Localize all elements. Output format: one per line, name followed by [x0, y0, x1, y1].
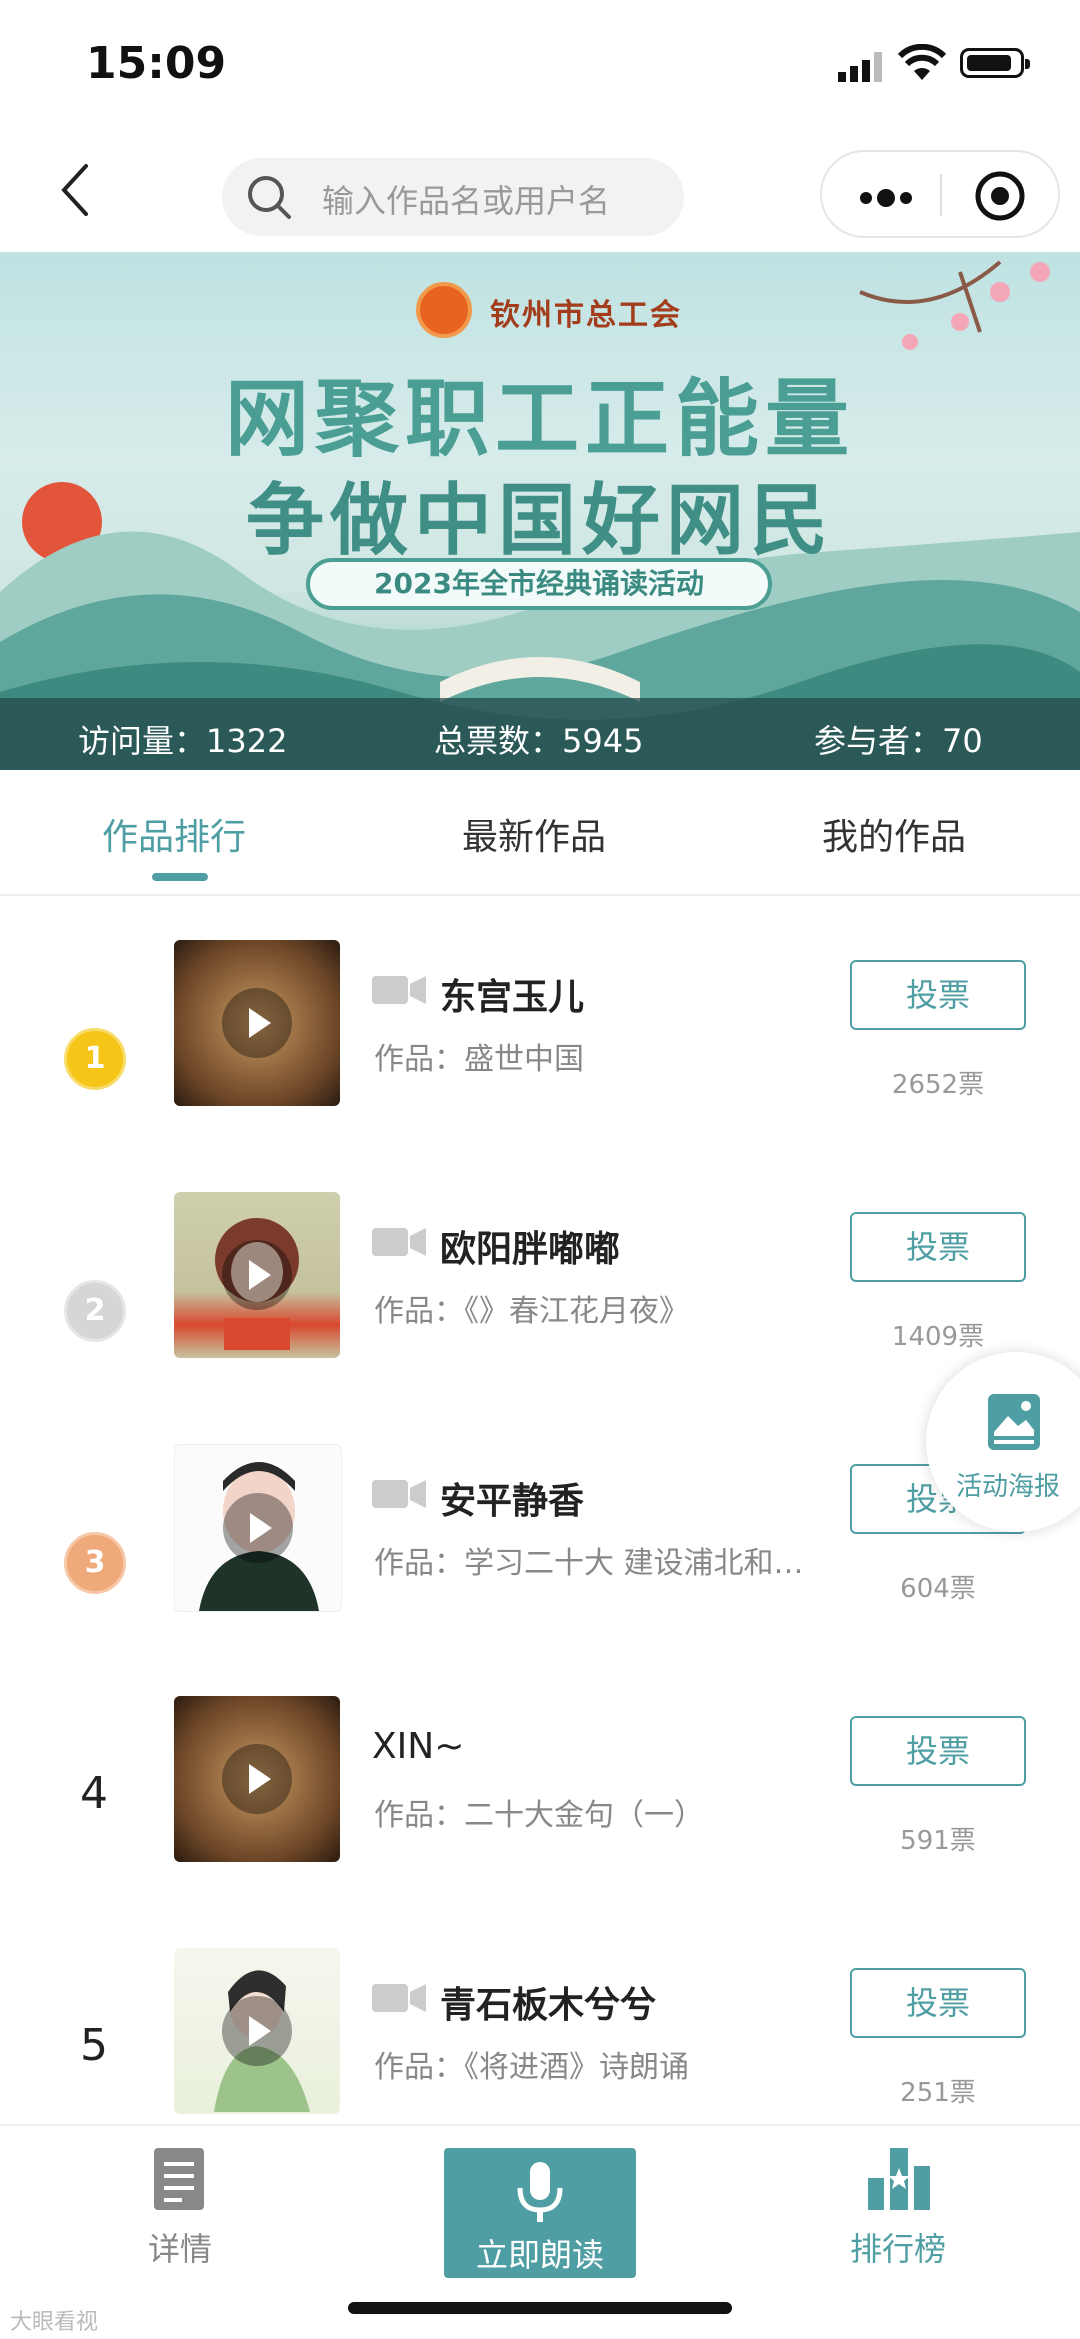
gold-medal-icon: 1: [64, 1028, 126, 1090]
wifi-icon: [898, 44, 946, 80]
list-item[interactable]: 4 XIN~ 作品：二十大金句（一） 投票 591票: [0, 1652, 1080, 1904]
event-banner: 钦州市总工会 网聚职工正能量 争做中国好网民 2023年全市经典诵读活动 访问量…: [0, 252, 1080, 770]
list-item[interactable]: 5 青石板木兮兮 作品：《将进酒》诗朗诵 投票 251票: [0, 1904, 1080, 2156]
tab-latest[interactable]: 最新作品: [462, 808, 606, 860]
video-icon: [372, 1984, 426, 2012]
list-item[interactable]: 1 东宫玉儿 作品：盛世中国 投票 2652票: [0, 896, 1080, 1148]
participants-stat: 参与者：70: [814, 722, 983, 760]
document-icon: [154, 2148, 204, 2210]
poster-image-icon: [988, 1394, 1040, 1450]
back-arrow-icon[interactable]: [56, 160, 116, 220]
list-item[interactable]: 2 欧阳胖嘟嘟 作品：《》春江花月夜》 投票 1409票: [0, 1148, 1080, 1400]
visits-stat: 访问量：1322: [78, 722, 288, 760]
poster-label: 活动海报: [956, 1472, 1061, 1502]
vote-button[interactable]: 投票: [850, 1212, 1026, 1282]
more-icon[interactable]: [858, 188, 914, 208]
play-icon[interactable]: [222, 988, 292, 1058]
watermark: 大眼看视: [10, 2310, 99, 2335]
vote-count: 251票: [900, 2078, 976, 2108]
rank-number: 4: [80, 1768, 108, 1819]
vote-count: 2652票: [891, 1070, 985, 1100]
work-thumbnail[interactable]: [174, 1696, 340, 1862]
work-title: 作品：《将进酒》诗朗诵: [374, 2050, 689, 2085]
mini-program-capsule: [820, 150, 1060, 238]
slogan-line-1: 网聚职工正能量: [224, 369, 855, 468]
close-target-icon[interactable]: [972, 168, 1028, 224]
author-name: 青石板木兮兮: [440, 1985, 657, 2026]
work-thumbnail[interactable]: [174, 1948, 340, 2114]
silver-medal-icon: 2: [64, 1280, 126, 1342]
microphone-icon: [517, 2162, 563, 2222]
rank-number: 5: [80, 2020, 108, 2071]
record-now-button[interactable]: 立即朗读: [444, 2148, 636, 2278]
video-icon: [372, 976, 426, 1004]
nav-details[interactable]: 详情: [120, 2148, 240, 2288]
work-thumbnail[interactable]: [174, 1444, 342, 1612]
work-title: 作品：学习二十大 建设浦北和…: [374, 1546, 804, 1581]
nav-details-label: 详情: [148, 2230, 213, 2268]
org-name: 钦州市总工会: [490, 298, 682, 333]
status-time: 15:09: [86, 38, 227, 89]
tab-my-works[interactable]: 我的作品: [822, 808, 966, 860]
video-icon: [372, 1480, 426, 1508]
work-thumbnail[interactable]: [174, 1192, 340, 1358]
stats-bar: 访问量：1322 总票数：5945 参与者：70: [0, 698, 1080, 770]
nav-ranking[interactable]: 排行榜: [840, 2148, 960, 2288]
capsule-divider: [940, 174, 942, 216]
work-title: 作品：盛世中国: [374, 1042, 584, 1077]
slogan-line-2: 争做中国好网民: [245, 475, 834, 566]
signal-icon: [838, 52, 882, 82]
author-name: 安平静香: [440, 1481, 585, 1522]
vote-button[interactable]: 投票: [850, 960, 1026, 1030]
work-title: 作品：二十大金句（一）: [374, 1798, 704, 1833]
play-icon[interactable]: [223, 1493, 293, 1563]
author-name: 东宫玉儿: [440, 977, 585, 1018]
vote-count: 591票: [900, 1826, 976, 1856]
vote-count: 604票: [900, 1574, 976, 1604]
work-title: 作品：《》春江花月夜》: [374, 1294, 689, 1329]
record-now-label: 立即朗读: [476, 2236, 605, 2274]
vote-button[interactable]: 投票: [850, 1968, 1026, 2038]
battery-icon: [960, 48, 1030, 78]
total-votes-stat: 总票数：5945: [434, 722, 644, 760]
video-icon: [372, 1228, 426, 1256]
author-name: 欧阳胖嘟嘟: [440, 1229, 621, 1270]
union-logo: [416, 282, 472, 338]
vote-count: 1409票: [891, 1322, 985, 1352]
play-icon[interactable]: [222, 1240, 292, 1310]
search-placeholder: 输入作品名或用户名: [322, 182, 611, 220]
nav-ranking-label: 排行榜: [850, 2230, 947, 2268]
author-name: XIN~: [372, 1726, 465, 1767]
ranking-chart-icon: [868, 2148, 930, 2210]
vote-button[interactable]: 投票: [850, 1716, 1026, 1786]
tab-ranking[interactable]: 作品排行: [102, 808, 246, 860]
bottom-nav: 详情 立即朗读 排行榜 大眼看视: [0, 2124, 1080, 2339]
event-subtitle: 2023年全市经典诵读活动: [306, 558, 772, 610]
active-tab-indicator: [152, 873, 208, 881]
play-icon[interactable]: [222, 1744, 292, 1814]
play-icon[interactable]: [222, 1996, 292, 2066]
home-indicator: [348, 2302, 732, 2314]
work-thumbnail[interactable]: [174, 940, 340, 1106]
status-bar: 15:09: [0, 0, 1080, 140]
search-input[interactable]: 输入作品名或用户名: [222, 158, 684, 236]
bronze-medal-icon: 3: [64, 1532, 126, 1594]
search-icon: [248, 176, 291, 219]
list-item[interactable]: 3 安平静香 作品：学习二十大 建设浦北和… 投票 604票: [0, 1400, 1080, 1652]
